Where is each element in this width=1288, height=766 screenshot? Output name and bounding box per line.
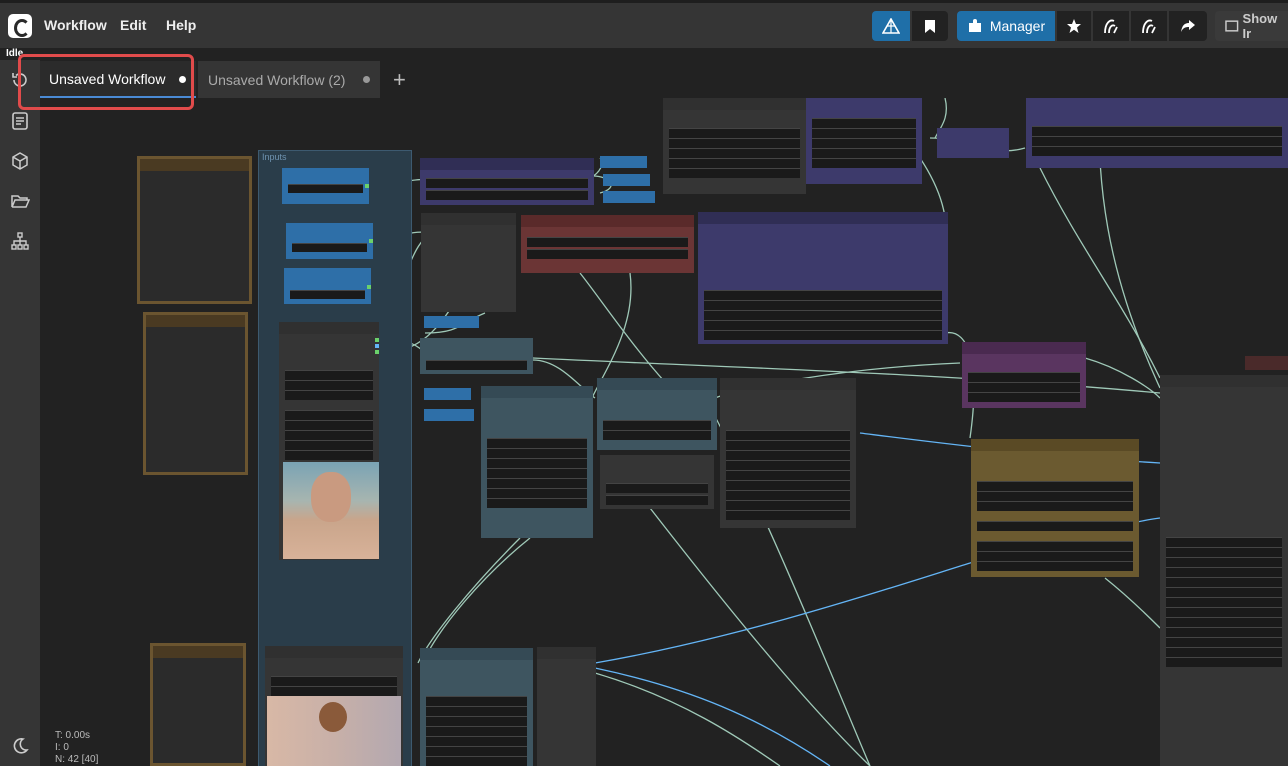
gray-node[interactable] bbox=[720, 378, 856, 528]
unsaved-dot-icon bbox=[363, 76, 370, 83]
left-sidebar bbox=[0, 60, 40, 766]
gray-node[interactable] bbox=[1160, 375, 1288, 766]
purple-node[interactable] bbox=[937, 128, 1009, 158]
menu-edit[interactable]: Edit bbox=[120, 17, 146, 33]
note-node[interactable] bbox=[150, 643, 246, 766]
canvas-stats: T: 0.00s I: 0 N: 42 [40] bbox=[55, 730, 98, 766]
node-graph-alt-icon[interactable] bbox=[1131, 11, 1167, 41]
folder-open-icon[interactable] bbox=[10, 191, 31, 211]
magenta-node[interactable] bbox=[962, 342, 1086, 408]
reroute-node[interactable] bbox=[424, 409, 474, 421]
status-idle: Idle bbox=[6, 48, 24, 59]
stat-iterations: I: 0 bbox=[55, 742, 69, 753]
teal-node[interactable] bbox=[420, 338, 533, 374]
node-library-icon[interactable] bbox=[10, 111, 30, 131]
reroute-node[interactable] bbox=[600, 156, 647, 168]
gray-node[interactable] bbox=[600, 455, 714, 509]
red-node[interactable] bbox=[1245, 356, 1288, 370]
menu-help[interactable]: Help bbox=[166, 17, 196, 33]
gray-node[interactable] bbox=[421, 213, 516, 312]
yellow-node[interactable] bbox=[971, 439, 1139, 577]
note-node[interactable] bbox=[143, 312, 248, 475]
theme-moon-icon[interactable] bbox=[10, 736, 30, 756]
show-image-button[interactable]: Show Ir bbox=[1215, 11, 1288, 41]
tab-label: Unsaved Workflow bbox=[49, 70, 166, 87]
share-icon[interactable] bbox=[1169, 11, 1207, 41]
comfy-logo-icon[interactable] bbox=[8, 14, 32, 38]
tab-unsaved-workflow[interactable]: Unsaved Workflow bbox=[40, 61, 196, 98]
image-icon bbox=[1225, 20, 1239, 32]
primitive-node[interactable] bbox=[282, 168, 369, 204]
teal-node[interactable] bbox=[597, 378, 717, 450]
portrait-preview-image bbox=[283, 462, 379, 559]
teal-node[interactable] bbox=[420, 648, 533, 766]
reroute-node[interactable] bbox=[603, 174, 650, 186]
red-node[interactable] bbox=[521, 215, 694, 273]
bookmark-icon[interactable] bbox=[912, 11, 948, 41]
manager-button-label: Manager bbox=[989, 18, 1046, 34]
manager-button[interactable]: Manager bbox=[957, 11, 1055, 41]
add-tab-icon[interactable]: + bbox=[393, 67, 406, 93]
stat-time: T: 0.00s bbox=[55, 730, 91, 741]
note-node[interactable] bbox=[137, 156, 252, 304]
purple-node[interactable] bbox=[698, 212, 948, 344]
stat-nodes: N: 42 [40] bbox=[55, 754, 99, 765]
workflow-tabs: Unsaved Workflow Unsaved Workflow (2) + bbox=[40, 61, 1288, 98]
primitive-node[interactable] bbox=[284, 268, 371, 304]
purple-node[interactable] bbox=[806, 98, 922, 184]
model-cube-icon[interactable] bbox=[10, 151, 30, 171]
tab-unsaved-workflow-2[interactable]: Unsaved Workflow (2) bbox=[198, 61, 380, 98]
purple-node[interactable] bbox=[1026, 98, 1288, 168]
top-menu-bar: Workflow Edit Help Manager Show Ir bbox=[0, 0, 1288, 48]
graph-canvas[interactable]: Inputs bbox=[40, 98, 1288, 766]
primitive-node[interactable] bbox=[286, 223, 373, 259]
gray-node[interactable] bbox=[537, 647, 596, 766]
cartoon-preview-image bbox=[267, 696, 401, 766]
gray-node[interactable] bbox=[663, 98, 806, 194]
puzzle-icon bbox=[968, 19, 981, 32]
node-graph-icon[interactable] bbox=[1093, 11, 1129, 41]
purple-node[interactable] bbox=[420, 158, 594, 205]
reroute-node[interactable] bbox=[424, 388, 471, 400]
workflow-tree-icon[interactable] bbox=[10, 231, 30, 251]
star-icon[interactable] bbox=[1057, 11, 1091, 41]
reroute-node[interactable] bbox=[603, 191, 655, 203]
group-title: Inputs bbox=[262, 152, 287, 162]
menu-workflow[interactable]: Workflow bbox=[44, 17, 107, 33]
reroute-node[interactable] bbox=[424, 316, 479, 328]
teal-node[interactable] bbox=[481, 386, 593, 538]
unsaved-dot-icon bbox=[179, 76, 186, 83]
tab-label: Unsaved Workflow (2) bbox=[208, 71, 346, 88]
model-library-icon[interactable] bbox=[872, 11, 910, 41]
show-image-label: Show Ir bbox=[1242, 11, 1278, 41]
history-icon[interactable] bbox=[10, 70, 30, 90]
